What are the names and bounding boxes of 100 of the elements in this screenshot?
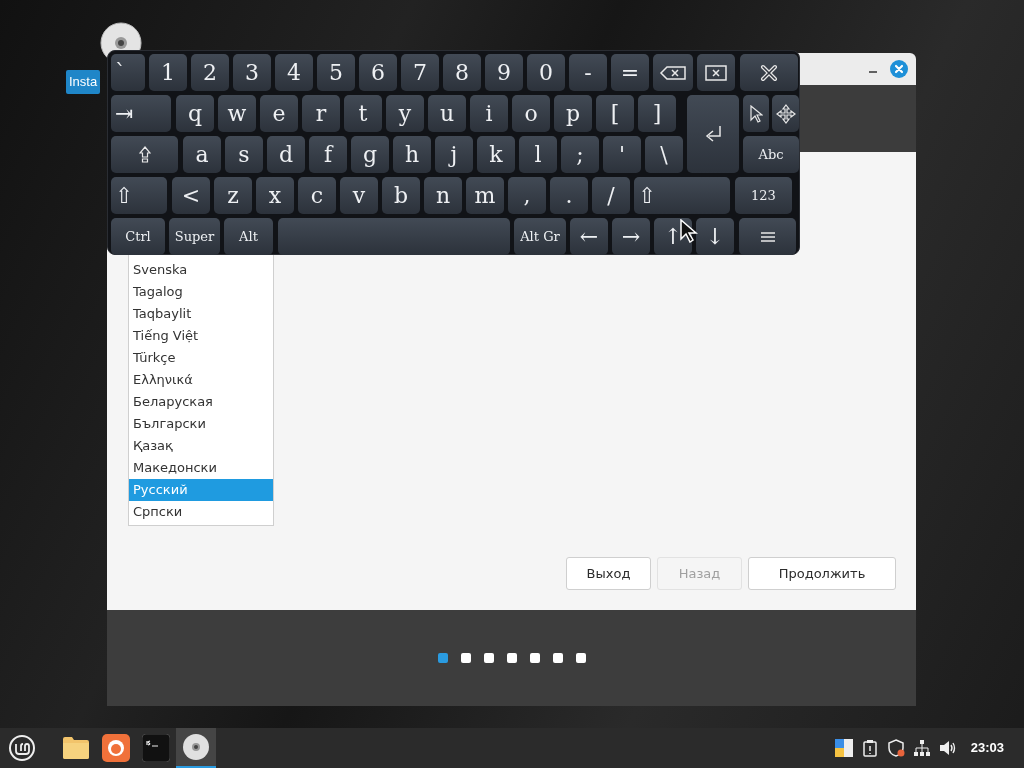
- keyboard-key[interactable]: Alt: [224, 218, 273, 255]
- keyboard-key[interactable]: ]: [638, 95, 676, 132]
- keyboard-key[interactable]: [743, 95, 769, 132]
- keyboard-key[interactable]: Alt Gr: [514, 218, 566, 255]
- keyboard-key[interactable]: 7: [401, 54, 439, 91]
- keyboard-key[interactable]: y: [386, 95, 424, 132]
- dialog-button[interactable]: Продолжить: [748, 557, 896, 590]
- backspace-icon: [659, 64, 687, 81]
- keyboard-key[interactable]: 3: [233, 54, 271, 91]
- close-icon[interactable]: [890, 60, 908, 78]
- language-item[interactable]: Беларуская: [129, 391, 273, 413]
- clipboard-icon[interactable]: [860, 739, 879, 757]
- keyboard-key[interactable]: a: [183, 136, 221, 173]
- keyboard-key[interactable]: s: [225, 136, 263, 173]
- keyboard-key[interactable]: n: [424, 177, 462, 214]
- language-item[interactable]: Македонски: [129, 457, 273, 479]
- keyboard-key[interactable]: =: [611, 54, 649, 91]
- clock[interactable]: 23:03: [970, 738, 1004, 758]
- tiles-icon[interactable]: [834, 739, 853, 757]
- network-icon[interactable]: [912, 739, 931, 757]
- keyboard-key[interactable]: [697, 54, 735, 91]
- keyboard-key[interactable]: v: [340, 177, 378, 214]
- keyboard-key[interactable]: ;: [561, 136, 599, 173]
- keyboard-key[interactable]: 4: [275, 54, 313, 91]
- language-item[interactable]: Български: [129, 413, 273, 435]
- caps-lock-icon: [138, 146, 151, 163]
- keyboard-key[interactable]: 2: [191, 54, 229, 91]
- keyboard-key[interactable]: q: [176, 95, 214, 132]
- keyboard-key[interactable]: b: [382, 177, 420, 214]
- pointer-icon: [749, 104, 763, 123]
- language-item[interactable]: Ελληνικά: [129, 369, 273, 391]
- keyboard-key[interactable]: f: [309, 136, 347, 173]
- clear-icon: [705, 64, 727, 81]
- keyboard-key[interactable]: j: [435, 136, 473, 173]
- browser-icon: [102, 734, 130, 762]
- keyboard-key[interactable]: k: [477, 136, 515, 173]
- keyboard-key[interactable]: ↓: [696, 218, 734, 255]
- keyboard-key[interactable]: ⇥: [111, 95, 171, 132]
- keyboard-key[interactable]: [739, 218, 796, 255]
- keyboard-key[interactable]: 1: [149, 54, 187, 91]
- keyboard-key[interactable]: ⇧: [634, 177, 730, 214]
- keyboard-key[interactable]: [653, 54, 693, 91]
- language-item[interactable]: Қазақ: [129, 435, 273, 457]
- keyboard-key[interactable]: e: [260, 95, 298, 132]
- keyboard-key[interactable]: h: [393, 136, 431, 173]
- keyboard-key[interactable]: `: [111, 54, 145, 91]
- keyboard-key[interactable]: ': [603, 136, 641, 173]
- keyboard-key[interactable]: x: [256, 177, 294, 214]
- keyboard-key[interactable]: 0: [527, 54, 565, 91]
- keyboard-key[interactable]: ⇧: [111, 177, 167, 214]
- keyboard-key[interactable]: .: [550, 177, 588, 214]
- keyboard-key[interactable]: →: [612, 218, 650, 255]
- taskbar-button[interactable]: [176, 728, 216, 768]
- keyboard-key[interactable]: [772, 95, 799, 132]
- keyboard-key[interactable]: 6: [359, 54, 397, 91]
- keyboard-key[interactable]: \: [645, 136, 683, 173]
- keyboard-key[interactable]: o: [512, 95, 550, 132]
- move-icon: [775, 103, 796, 124]
- keyboard-key[interactable]: ←: [570, 218, 608, 255]
- keyboard-key[interactable]: [: [596, 95, 634, 132]
- keyboard-key[interactable]: r: [302, 95, 340, 132]
- keyboard-key[interactable]: w: [218, 95, 256, 132]
- language-item[interactable]: Српски: [129, 501, 273, 523]
- volume-icon[interactable]: [938, 739, 957, 757]
- keyboard-key[interactable]: z: [214, 177, 252, 214]
- keyboard-key[interactable]: Super: [169, 218, 220, 255]
- keyboard-key[interactable]: c: [298, 177, 336, 214]
- keyboard-key[interactable]: l: [519, 136, 557, 173]
- menu-icon: [759, 230, 776, 243]
- keyboard-key[interactable]: ,: [508, 177, 546, 214]
- keyboard-key[interactable]: <: [172, 177, 210, 214]
- language-item[interactable]: Türkçe: [129, 347, 273, 369]
- keyboard-key[interactable]: t: [344, 95, 382, 132]
- keyboard-key[interactable]: 123: [735, 177, 792, 214]
- close-icon: [760, 63, 778, 82]
- dialog-button[interactable]: Выход: [566, 557, 651, 590]
- keyboard-key[interactable]: 8: [443, 54, 481, 91]
- language-item[interactable]: Tiếng Việt: [129, 325, 273, 347]
- keyboard-key[interactable]: i: [470, 95, 508, 132]
- language-item[interactable]: Tagalog: [129, 281, 273, 303]
- keyboard-key[interactable]: [740, 54, 798, 91]
- keyboard-key[interactable]: g: [351, 136, 389, 173]
- desktop-icon-label: Insta: [66, 70, 101, 94]
- disc-icon: [182, 733, 210, 761]
- keyboard-key[interactable]: 9: [485, 54, 523, 91]
- keyboard-key[interactable]: -: [569, 54, 607, 91]
- terminal-icon: [142, 734, 170, 762]
- keyboard-key[interactable]: d: [267, 136, 305, 173]
- language-item[interactable]: Svenska: [129, 259, 273, 281]
- keyboard-key[interactable]: p: [554, 95, 592, 132]
- shield-icon[interactable]: [886, 739, 905, 757]
- keyboard-key[interactable]: Abc: [743, 136, 799, 173]
- keyboard-key[interactable]: 5: [317, 54, 355, 91]
- keyboard-key[interactable]: u: [428, 95, 466, 132]
- language-item[interactable]: Taqbaylit: [129, 303, 273, 325]
- keyboard-key[interactable]: /: [592, 177, 630, 214]
- mint-logo-icon: [8, 734, 36, 762]
- folder-icon: [62, 734, 90, 762]
- keyboard-key[interactable]: Ctrl: [111, 218, 165, 255]
- keyboard-key[interactable]: m: [466, 177, 504, 214]
